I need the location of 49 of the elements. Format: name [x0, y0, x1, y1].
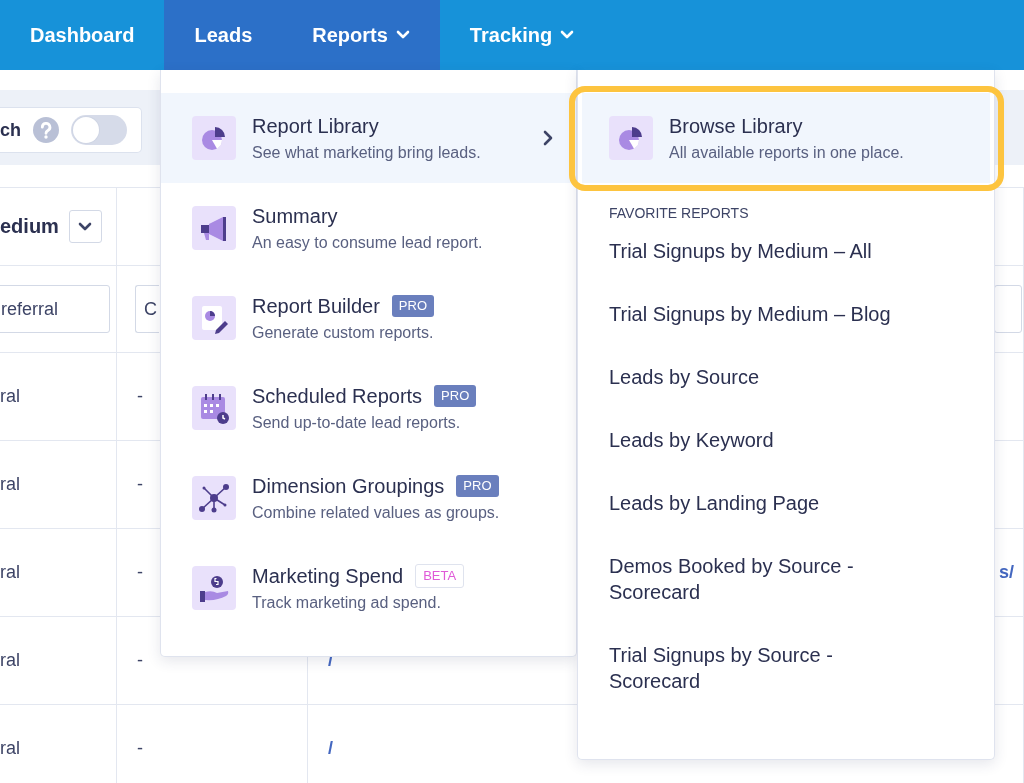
toggle-switch[interactable]: [71, 115, 127, 145]
hand-coin-icon: [192, 566, 236, 610]
filter-field[interactable]: [994, 285, 1022, 333]
menu-item-title: Browse Library: [669, 113, 804, 139]
table-cell: -: [117, 705, 308, 783]
nav-tab[interactable]: Leads: [164, 0, 283, 70]
report-link[interactable]: Leads by Landing Page: [578, 472, 940, 535]
network-icon: [192, 476, 236, 520]
filter-field[interactable]: referral: [0, 285, 110, 333]
table-link[interactable]: s/: [999, 562, 1014, 583]
report-link[interactable]: Demos Booked by Source - Scorecard: [578, 535, 940, 624]
column-header: edium: [0, 215, 59, 238]
megaphone-icon: [192, 206, 236, 250]
toolbar-label: ch: [0, 119, 21, 141]
table-cell: ral: [0, 529, 117, 617]
menu-item-title: Summary: [252, 203, 338, 229]
nav-tab[interactable]: Reports: [282, 0, 440, 70]
menu-item-description: Generate custom reports.: [252, 322, 435, 343]
help-icon[interactable]: [33, 117, 59, 143]
menu-item-description: An easy to consume lead report.: [252, 232, 484, 253]
menu-item[interactable]: Summary An easy to consume lead report.: [161, 183, 576, 273]
table-cell: ral: [0, 441, 117, 529]
menu-item[interactable]: Browse Library All available reports in one place.: [582, 93, 990, 183]
column-dropdown[interactable]: [68, 210, 102, 243]
report-link[interactable]: Trial Signups by Medium – Blog: [578, 283, 940, 346]
table-cell: ral: [0, 617, 117, 705]
section-heading: FAVORITE REPORTS: [608, 204, 750, 220]
plan-badge: BETA: [415, 563, 465, 588]
plan-badge: PRO: [456, 474, 499, 497]
menu-item-description: See what marketing bring leads.: [252, 142, 482, 163]
document-pen-icon: [192, 296, 236, 340]
caret-icon: [78, 221, 93, 232]
report-link[interactable]: Leads by Keyword: [578, 409, 940, 472]
plan-badge: PRO: [434, 384, 477, 407]
menu-item-description: All available reports in one place.: [669, 142, 905, 163]
report-link[interactable]: Trial Signups by Source - Scorecard: [578, 624, 940, 713]
table-link[interactable]: /: [328, 738, 333, 759]
calendar-clock-icon: [192, 386, 236, 430]
report-link[interactable]: Leads by Source: [578, 346, 940, 409]
menu-item[interactable]: Report Library See what marketing bring leads.: [161, 93, 576, 183]
report-link[interactable]: Trial Signups by Medium – All: [578, 220, 940, 283]
plan-badge: PRO: [391, 294, 434, 317]
filter-field[interactable]: C: [135, 285, 159, 333]
table-cell: ral: [0, 705, 117, 783]
menu-item-title: Report Library: [252, 113, 379, 139]
pie-chart-icon: [192, 116, 236, 160]
table-cell: ral: [0, 353, 117, 441]
pie-chart-icon: [609, 116, 653, 160]
menu-item-title: Report Builder: [252, 293, 380, 319]
